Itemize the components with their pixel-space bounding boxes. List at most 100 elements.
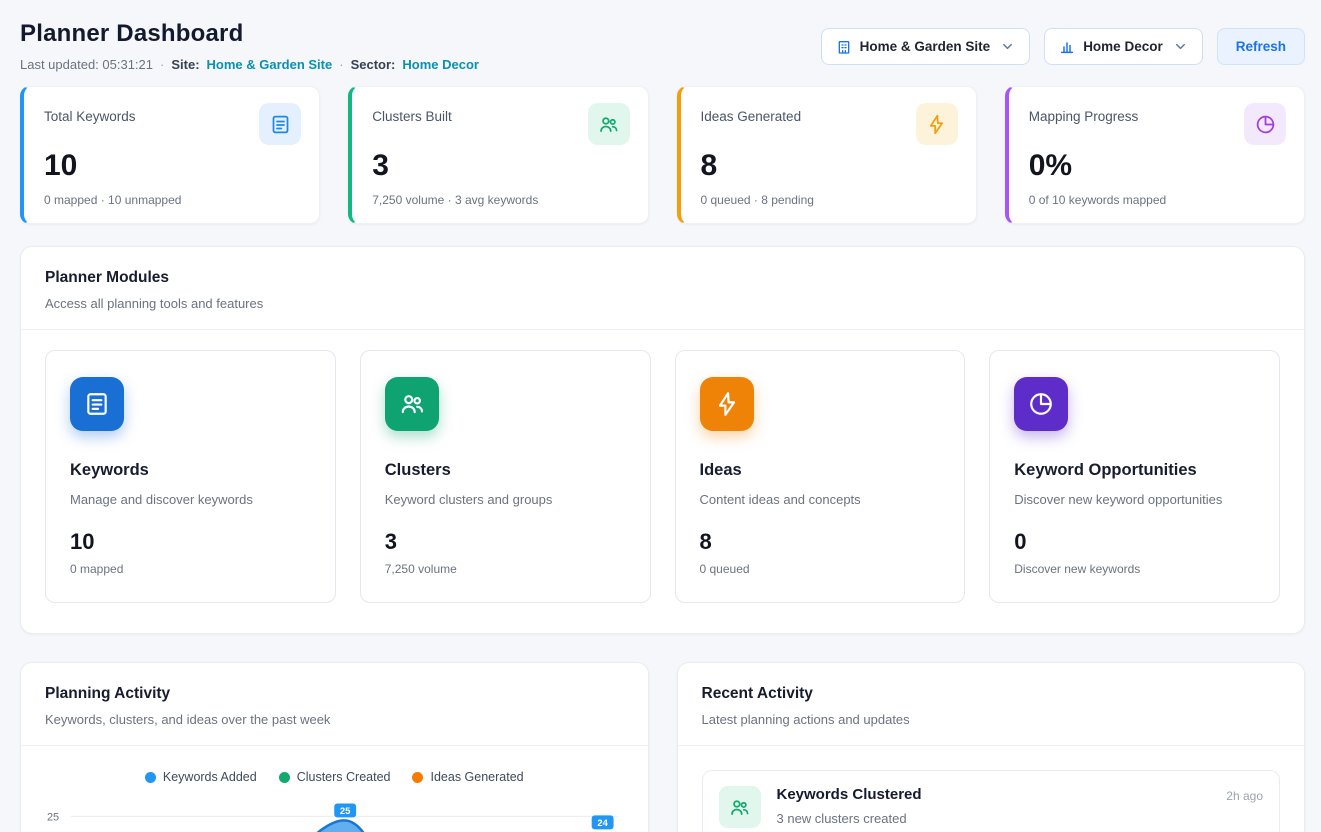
page-header: Planner Dashboard Last updated: 05:31:21…: [20, 20, 1305, 72]
module-description: Keyword clusters and groups: [385, 492, 630, 507]
module-value: 10: [70, 529, 315, 555]
header-controls: Home & Garden Site Home Decor Refresh: [821, 28, 1305, 65]
bar-chart-icon: [1059, 39, 1075, 55]
stat-label: Clusters Built: [372, 109, 452, 124]
stats-row: Total Keywords 10 0 mapped · 10 unmapped…: [20, 86, 1305, 224]
activity-item-title: Keywords Clustered: [777, 786, 1211, 803]
data-point-label: 25: [340, 806, 351, 817]
pie-chart-icon: [1014, 377, 1068, 431]
module-title: Keyword Opportunities: [1014, 461, 1259, 480]
stat-card-clusters-built: Clusters Built 3 7,250 volume · 3 avg ke…: [348, 86, 648, 224]
list-item: Keywords Clustered 3 new clusters create…: [702, 770, 1281, 832]
site-label: Site:: [171, 57, 199, 72]
module-caption: 0 mapped: [70, 562, 315, 576]
module-caption: 7,250 volume: [385, 562, 630, 576]
legend-item-clusters-created: Clusters Created: [279, 770, 391, 784]
bottom-row: Planning Activity Keywords, clusters, an…: [20, 662, 1305, 832]
document-icon: [70, 377, 124, 431]
stat-value: 3: [372, 149, 629, 183]
planning-activity-chart: 25 25 24: [45, 794, 624, 832]
panel-title: Recent Activity: [702, 685, 1281, 703]
module-card-clusters[interactable]: Clusters Keyword clusters and groups 3 7…: [360, 350, 651, 603]
legend-label: Ideas Generated: [430, 770, 523, 784]
module-title: Ideas: [700, 461, 945, 480]
site-selector-dropdown[interactable]: Home & Garden Site: [821, 28, 1031, 65]
panel-subtitle: Access all planning tools and features: [45, 296, 1280, 311]
legend-item-ideas-generated: Ideas Generated: [412, 770, 523, 784]
document-icon: [259, 103, 301, 145]
chevron-down-icon: [1173, 39, 1188, 54]
module-caption: 0 queued: [700, 562, 945, 576]
y-axis-tick: 25: [47, 811, 59, 823]
stat-card-ideas-generated: Ideas Generated 8 0 queued · 8 pending: [677, 86, 977, 224]
users-icon: [385, 377, 439, 431]
stat-value: 8: [701, 149, 958, 183]
sector-selector-value: Home Decor: [1083, 39, 1163, 54]
recent-activity-panel: Recent Activity Latest planning actions …: [677, 662, 1306, 832]
legend-item-keywords-added: Keywords Added: [145, 770, 257, 784]
module-caption: Discover new keywords: [1014, 562, 1259, 576]
planning-activity-panel: Planning Activity Keywords, clusters, an…: [20, 662, 649, 832]
legend-dot-blue: [145, 772, 156, 783]
sector-label: Sector:: [351, 57, 396, 72]
stat-caption: 7,250 volume · 3 avg keywords: [372, 193, 629, 207]
sector-selector-dropdown[interactable]: Home Decor: [1044, 28, 1203, 65]
module-description: Content ideas and concepts: [700, 492, 945, 507]
users-icon: [719, 786, 761, 828]
users-icon: [588, 103, 630, 145]
bolt-icon: [700, 377, 754, 431]
stat-caption: 0 queued · 8 pending: [701, 193, 958, 207]
chevron-down-icon: [1000, 39, 1015, 54]
panel-title: Planner Modules: [45, 269, 1280, 287]
modules-grid: Keywords Manage and discover keywords 10…: [21, 330, 1304, 633]
panel-subtitle: Keywords, clusters, and ideas over the p…: [45, 712, 624, 727]
bolt-icon: [916, 103, 958, 145]
sector-link[interactable]: Home Decor: [402, 57, 479, 72]
chart-legend: Keywords Added Clusters Created Ideas Ge…: [45, 770, 624, 784]
pie-chart-icon: [1244, 103, 1286, 145]
legend-dot-green: [279, 772, 290, 783]
stat-caption: 0 of 10 keywords mapped: [1029, 193, 1286, 207]
meta-separator: ·: [339, 57, 343, 72]
module-description: Discover new keyword opportunities: [1014, 492, 1259, 507]
planning-activity-header: Planning Activity Keywords, clusters, an…: [21, 663, 648, 746]
recent-activity-header: Recent Activity Latest planning actions …: [678, 663, 1305, 746]
page-title: Planner Dashboard: [20, 20, 479, 48]
activity-item-text: Keywords Clustered 3 new clusters create…: [777, 786, 1211, 826]
module-title: Clusters: [385, 461, 630, 480]
header-left: Planner Dashboard Last updated: 05:31:21…: [20, 20, 479, 72]
site-link[interactable]: Home & Garden Site: [207, 57, 333, 72]
planning-activity-body: Keywords Added Clusters Created Ideas Ge…: [21, 746, 648, 832]
module-value: 8: [700, 529, 945, 555]
stat-value: 10: [44, 149, 301, 183]
stat-label: Total Keywords: [44, 109, 136, 124]
module-title: Keywords: [70, 461, 315, 480]
stat-value: 0%: [1029, 149, 1286, 183]
planner-modules-header: Planner Modules Access all planning tool…: [21, 247, 1304, 330]
recent-activity-body: Keywords Clustered 3 new clusters create…: [678, 746, 1305, 832]
meta-separator: ·: [160, 57, 164, 72]
stat-label: Ideas Generated: [701, 109, 802, 124]
stat-card-mapping-progress: Mapping Progress 0% 0 of 10 keywords map…: [1005, 86, 1305, 224]
stat-label: Mapping Progress: [1029, 109, 1139, 124]
module-description: Manage and discover keywords: [70, 492, 315, 507]
site-icon: [836, 39, 852, 55]
legend-label: Clusters Created: [297, 770, 391, 784]
data-point-label: 24: [597, 818, 608, 829]
refresh-button[interactable]: Refresh: [1217, 28, 1305, 65]
panel-subtitle: Latest planning actions and updates: [702, 712, 1281, 727]
module-card-keyword-opportunities[interactable]: Keyword Opportunities Discover new keywo…: [989, 350, 1280, 603]
planner-dashboard-page: Planner Dashboard Last updated: 05:31:21…: [0, 0, 1321, 832]
legend-label: Keywords Added: [163, 770, 257, 784]
activity-item-time: 2h ago: [1226, 789, 1263, 803]
site-selector-value: Home & Garden Site: [860, 39, 991, 54]
stat-caption: 0 mapped · 10 unmapped: [44, 193, 301, 207]
planner-modules-panel: Planner Modules Access all planning tool…: [20, 246, 1305, 634]
module-card-keywords[interactable]: Keywords Manage and discover keywords 10…: [45, 350, 336, 603]
legend-dot-orange: [412, 772, 423, 783]
stat-card-total-keywords: Total Keywords 10 0 mapped · 10 unmapped: [20, 86, 320, 224]
module-card-ideas[interactable]: Ideas Content ideas and concepts 8 0 que…: [675, 350, 966, 603]
activity-item-description: 3 new clusters created: [777, 811, 1211, 826]
last-updated-text: Last updated: 05:31:21: [20, 57, 153, 72]
panel-title: Planning Activity: [45, 685, 624, 703]
